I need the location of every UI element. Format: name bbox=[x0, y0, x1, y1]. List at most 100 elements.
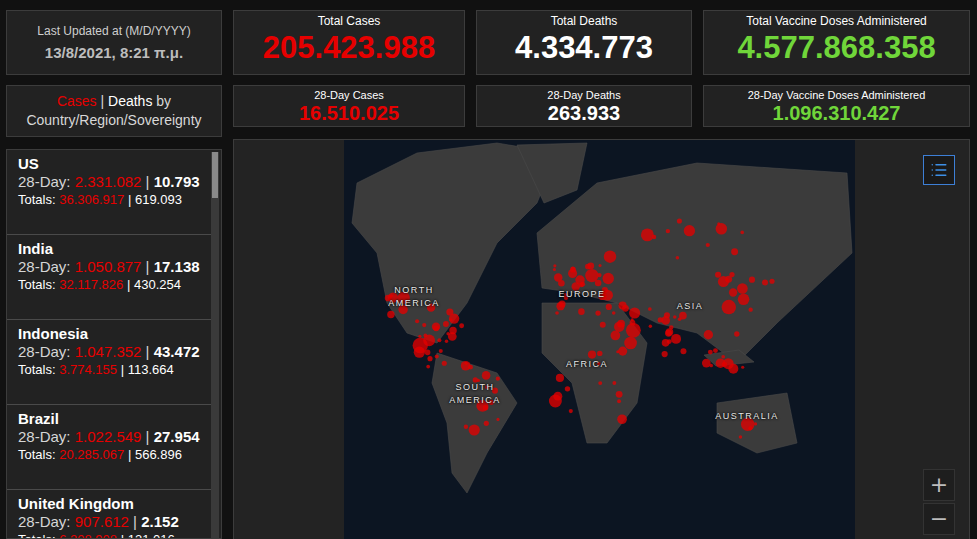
legend-button[interactable] bbox=[923, 155, 955, 185]
case-dot[interactable] bbox=[611, 331, 621, 341]
case-dot[interactable] bbox=[435, 354, 439, 358]
case-dot[interactable] bbox=[717, 222, 720, 225]
case-dot[interactable] bbox=[449, 318, 452, 321]
case-dot[interactable] bbox=[748, 307, 752, 311]
case-dot[interactable] bbox=[617, 399, 621, 403]
case-dot[interactable] bbox=[630, 320, 636, 326]
case-dot[interactable] bbox=[716, 358, 726, 368]
case-dot[interactable] bbox=[556, 302, 564, 310]
case-dot[interactable] bbox=[716, 223, 727, 234]
case-dot[interactable] bbox=[769, 279, 774, 284]
case-dot[interactable] bbox=[426, 365, 430, 369]
case-dot[interactable] bbox=[464, 425, 468, 429]
zoom-button[interactable]: + bbox=[923, 469, 955, 501]
case-dot[interactable] bbox=[484, 421, 489, 426]
case-dot[interactable] bbox=[606, 304, 612, 310]
case-dot[interactable] bbox=[464, 362, 467, 365]
case-dot[interactable] bbox=[709, 364, 713, 368]
case-dot[interactable] bbox=[622, 305, 629, 312]
case-dot[interactable] bbox=[661, 316, 670, 325]
sidebar-tab[interactable]: Cases bbox=[57, 93, 97, 109]
case-dot[interactable] bbox=[555, 311, 559, 315]
case-dot[interactable] bbox=[432, 322, 440, 330]
case-dot[interactable] bbox=[588, 350, 596, 358]
case-dot[interactable] bbox=[616, 391, 623, 398]
case-dot[interactable] bbox=[482, 371, 491, 380]
case-dot[interactable] bbox=[731, 248, 738, 255]
case-dot[interactable] bbox=[702, 359, 711, 368]
case-dot[interactable] bbox=[437, 338, 441, 342]
case-dot[interactable] bbox=[762, 279, 768, 285]
case-dot[interactable] bbox=[739, 435, 742, 438]
case-dot[interactable] bbox=[443, 321, 449, 327]
case-dot[interactable] bbox=[679, 312, 687, 320]
case-dot[interactable] bbox=[473, 377, 478, 382]
case-dot[interactable] bbox=[612, 381, 616, 385]
case-dot[interactable] bbox=[738, 293, 750, 305]
world-map[interactable]: NORTH AMERICAEUROPEASIAAFRICASOUTH AMERI… bbox=[344, 140, 855, 539]
case-dot[interactable] bbox=[565, 386, 570, 391]
country-item[interactable]: India28-Day: 1.050.877 | 17.138Totals: 3… bbox=[7, 235, 211, 320]
case-dot[interactable] bbox=[445, 339, 448, 342]
case-dot[interactable] bbox=[461, 361, 471, 371]
case-dot[interactable] bbox=[641, 228, 654, 241]
case-dot[interactable] bbox=[666, 328, 674, 336]
case-dot[interactable] bbox=[740, 231, 744, 235]
case-dot[interactable] bbox=[553, 268, 556, 271]
case-dot[interactable] bbox=[704, 330, 713, 339]
country-item[interactable]: US28-Day: 2.331.082 | 10.793Totals: 36.3… bbox=[7, 150, 211, 235]
case-dot[interactable] bbox=[713, 348, 718, 353]
sidebar-tab[interactable]: Deaths bbox=[108, 93, 152, 109]
case-dot[interactable] bbox=[415, 319, 419, 323]
case-dot[interactable] bbox=[684, 225, 695, 236]
case-dot[interactable] bbox=[618, 347, 627, 356]
case-dot[interactable] bbox=[598, 264, 601, 267]
case-dot[interactable] bbox=[496, 377, 500, 381]
case-dot[interactable] bbox=[721, 355, 725, 359]
case-dot[interactable] bbox=[676, 256, 680, 260]
case-dot[interactable] bbox=[427, 356, 432, 361]
case-dot[interactable] bbox=[677, 218, 682, 223]
case-dot[interactable] bbox=[665, 330, 672, 337]
country-item[interactable]: United Kingdom28-Day: 907.612 | 2.152Tot… bbox=[7, 490, 211, 539]
case-dot[interactable] bbox=[617, 414, 627, 424]
case-dot[interactable] bbox=[418, 335, 421, 338]
country-item[interactable]: Brazil28-Day: 1.022.549 | 27.954Totals: … bbox=[7, 405, 211, 490]
case-dot[interactable] bbox=[469, 424, 480, 435]
case-dot[interactable] bbox=[414, 347, 425, 358]
case-dot[interactable] bbox=[649, 325, 652, 328]
case-dot[interactable] bbox=[580, 282, 585, 287]
case-dot[interactable] bbox=[673, 315, 677, 319]
case-dot[interactable] bbox=[569, 409, 573, 413]
case-dot[interactable] bbox=[549, 395, 562, 408]
case-dot[interactable] bbox=[624, 337, 637, 350]
case-dot[interactable] bbox=[439, 349, 443, 353]
case-dot[interactable] bbox=[614, 321, 624, 331]
case-dot[interactable] bbox=[725, 276, 732, 283]
case-dot[interactable] bbox=[568, 269, 577, 278]
case-dot[interactable] bbox=[728, 364, 738, 374]
case-dot[interactable] bbox=[648, 307, 652, 311]
case-dot[interactable] bbox=[459, 323, 464, 328]
case-dot[interactable] bbox=[587, 263, 594, 270]
case-dot[interactable] bbox=[708, 350, 713, 355]
case-dot[interactable] bbox=[446, 309, 453, 316]
case-dot[interactable] bbox=[749, 277, 755, 283]
case-dot[interactable] bbox=[741, 366, 744, 369]
scrollbar[interactable] bbox=[211, 152, 219, 538]
case-dot[interactable] bbox=[737, 283, 748, 294]
scrollbar-thumb[interactable] bbox=[212, 152, 218, 198]
case-dot[interactable] bbox=[595, 280, 602, 287]
case-dot[interactable] bbox=[671, 334, 681, 344]
case-dot[interactable] bbox=[446, 332, 449, 335]
case-dot[interactable] bbox=[734, 331, 739, 336]
case-dot[interactable] bbox=[722, 300, 736, 314]
case-dot[interactable] bbox=[578, 308, 585, 315]
case-dot[interactable] bbox=[729, 288, 737, 296]
case-dot[interactable] bbox=[554, 273, 562, 281]
case-dot[interactable] bbox=[595, 310, 600, 315]
case-dot[interactable] bbox=[597, 273, 601, 277]
case-dot[interactable] bbox=[387, 311, 394, 318]
case-dot[interactable] bbox=[603, 273, 614, 284]
case-dot[interactable] bbox=[666, 229, 670, 233]
